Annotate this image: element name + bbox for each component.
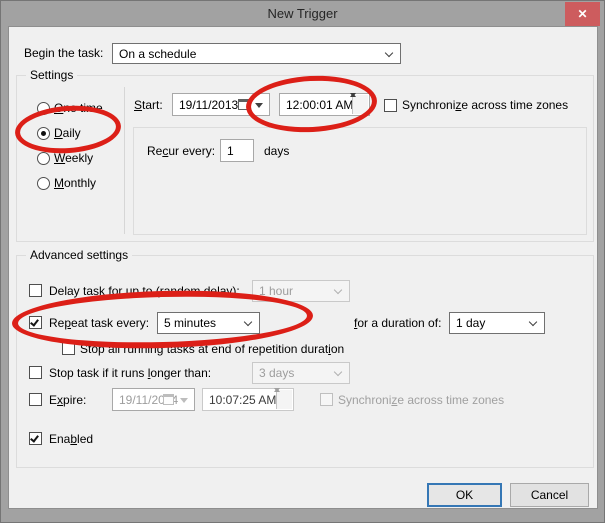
dropdown-arrow-icon — [180, 398, 188, 403]
calendar-icon — [163, 394, 174, 405]
repeat-interval-value: 5 minutes — [164, 316, 216, 330]
stop-all-tasks-checkbox[interactable] — [62, 342, 75, 355]
radio-dot-icon — [41, 131, 46, 136]
window-title: New Trigger — [1, 1, 604, 26]
time-spinner — [276, 390, 292, 409]
stop-task-checkbox[interactable] — [29, 366, 42, 379]
spin-down-icon — [274, 388, 280, 392]
check-icon — [30, 317, 39, 326]
settings-separator — [124, 87, 125, 234]
chevron-down-icon — [334, 286, 342, 294]
start-date-value: 19/11/2013 — [179, 98, 238, 112]
new-trigger-dialog: New Trigger ✕ Begin the task: On a sched… — [0, 0, 605, 523]
close-button[interactable]: ✕ — [565, 2, 600, 26]
recur-every-value: 1 — [227, 144, 234, 158]
expire-date-picker: 19/11/2014 — [112, 388, 195, 411]
radio-one-time-label[interactable]: One time — [54, 101, 103, 115]
expire-sync-timezones-label: Synchronize across time zones — [338, 393, 504, 407]
delay-duration-select: 1 hour — [252, 280, 350, 302]
cancel-button[interactable]: Cancel — [510, 483, 589, 507]
ok-button[interactable]: OK — [427, 483, 502, 507]
stop-all-tasks-label[interactable]: Stop all running tasks at end of repetit… — [80, 342, 344, 356]
start-time-spinner-field[interactable]: 12:00:01 AM — [279, 93, 370, 116]
expire-label[interactable]: Expire: — [49, 393, 86, 407]
dropdown-arrow-icon — [255, 103, 263, 108]
start-date-picker[interactable]: 19/11/2013 — [172, 93, 270, 116]
radio-weekly[interactable] — [37, 152, 50, 165]
recur-every-label: Recur every: — [147, 144, 215, 158]
sync-timezones-checkbox[interactable] — [384, 99, 397, 112]
recur-every-input[interactable]: 1 — [220, 139, 254, 162]
repeat-task-label[interactable]: Repeat task every: — [49, 316, 149, 330]
sync-timezones-label[interactable]: Synchronize across time zones — [402, 98, 568, 112]
duration-of-label: for a duration of: — [354, 316, 441, 330]
begin-task-select[interactable]: On a schedule — [112, 43, 401, 64]
close-icon: ✕ — [565, 2, 600, 26]
expire-time-spinner-field: 10:07:25 AM — [202, 388, 294, 411]
spin-down-icon — [350, 93, 356, 97]
stop-task-duration-select: 3 days — [252, 362, 350, 384]
start-label: Start: — [134, 98, 163, 112]
radio-daily[interactable] — [37, 127, 50, 140]
duration-of-value: 1 day — [456, 316, 485, 330]
expire-checkbox[interactable] — [29, 393, 42, 406]
chevron-down-icon — [244, 318, 252, 326]
begin-task-label: Begin the task: — [24, 46, 103, 60]
enabled-checkbox[interactable] — [29, 432, 42, 445]
radio-one-time[interactable] — [37, 102, 50, 115]
repeat-interval-select[interactable]: 5 minutes — [157, 312, 260, 334]
advanced-settings-legend: Advanced settings — [26, 248, 132, 262]
radio-monthly-label[interactable]: Monthly — [54, 176, 96, 190]
expire-sync-timezones-checkbox — [320, 393, 333, 406]
start-time-value: 12:00:01 AM — [286, 98, 353, 112]
enabled-label[interactable]: Enabled — [49, 432, 93, 446]
radio-monthly[interactable] — [37, 177, 50, 190]
radio-weekly-label[interactable]: Weekly — [54, 151, 93, 165]
recur-unit-label: days — [264, 144, 289, 158]
begin-task-value: On a schedule — [119, 47, 196, 61]
chevron-down-icon — [385, 49, 393, 57]
titlebar[interactable]: New Trigger ✕ — [1, 1, 604, 26]
calendar-icon — [238, 99, 249, 110]
delay-task-checkbox[interactable] — [29, 284, 42, 297]
settings-legend: Settings — [26, 68, 77, 82]
stop-task-duration-value: 3 days — [259, 366, 294, 380]
repeat-task-checkbox[interactable] — [29, 316, 42, 329]
expire-time-value: 10:07:25 AM — [209, 393, 276, 407]
chevron-down-icon — [334, 368, 342, 376]
stop-task-label[interactable]: Stop task if it runs longer than: — [49, 366, 211, 380]
chevron-down-icon — [529, 318, 537, 326]
delay-duration-value: 1 hour — [259, 284, 293, 298]
dialog-body: Begin the task: On a schedule Settings O… — [8, 26, 598, 509]
duration-of-select[interactable]: 1 day — [449, 312, 545, 334]
check-icon — [30, 433, 39, 442]
radio-daily-label[interactable]: Daily — [54, 126, 81, 140]
time-spinner[interactable] — [352, 95, 368, 114]
delay-task-label[interactable]: Delay task for up to (random delay): — [49, 284, 240, 298]
